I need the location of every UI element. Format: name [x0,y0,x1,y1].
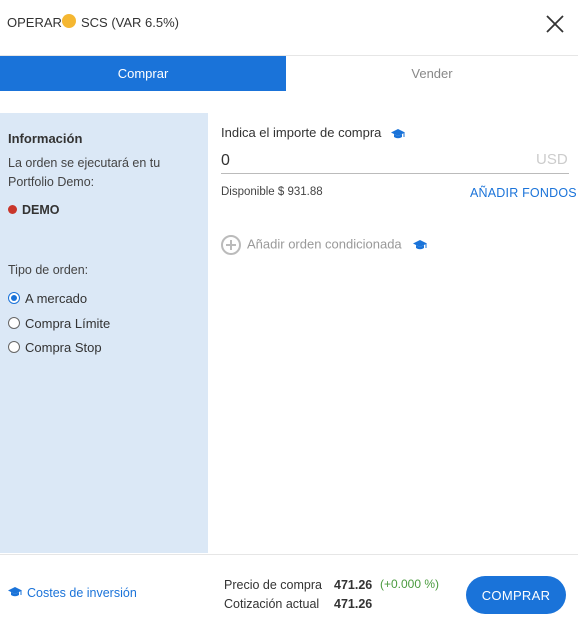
graduation-cap-icon[interactable] [412,239,428,251]
current-quote-value: 471.26 [334,597,373,611]
order-type-label: Tipo de orden: [8,263,89,277]
order-side-tabs: Comprar Vender [0,55,578,91]
radio-limit[interactable] [8,317,20,329]
amount-input[interactable] [221,148,569,174]
order-type-stop-label: Compra Stop [25,340,102,355]
amount-label: Indica el importe de compra [221,125,406,140]
info-title: Información [8,131,83,146]
buy-price-change: (+0.000 %) [380,577,440,591]
order-type-market-label: A mercado [25,291,88,306]
asset-label: SCS (VAR 6.5%) [81,15,180,30]
radio-stop[interactable] [8,341,20,353]
account-badge: DEMO [8,203,60,217]
available-balance: Disponible $ 931.88 [221,186,323,198]
buy-price-label: Precio de compra [224,578,322,592]
demo-dot-icon [8,205,17,214]
conditional-order-label: Añadir orden condicionada [247,236,402,252]
mode-label: OPERAR [7,15,62,30]
graduation-cap-icon[interactable] [390,128,406,140]
plus-circle-icon[interactable] [221,235,241,255]
order-type-stop[interactable]: Compra Stop [8,340,102,355]
footer: Costes de inversión Precio de compra 471… [0,554,578,628]
add-conditional-order[interactable]: Añadir orden condicionada [221,235,428,255]
info-sidebar: Información La orden se ejecutará en tu … [0,113,208,553]
investment-costs-label: Costes de inversión [27,586,137,600]
currency-label: USD [536,151,568,168]
order-type-limit[interactable]: Compra Límite [8,316,110,331]
amount-label-text: Indica el importe de compra [221,125,382,140]
graduation-cap-icon [8,587,22,597]
buy-button[interactable]: COMPRAR [466,576,566,614]
header: OPERAR SCS (VAR 6.5%) [0,0,578,45]
order-form: Indica el importe de compra USD Disponib… [208,113,578,553]
add-funds-link[interactable]: AÑADIR FONDOS [470,186,577,200]
info-text: La orden se ejecutará en tu Portfolio De… [8,156,161,189]
buy-price-value: 471.26 [334,578,373,592]
tab-comprar[interactable]: Comprar [0,56,286,91]
close-icon[interactable] [544,13,566,35]
current-quote-label: Cotización actual [224,597,320,611]
radio-market[interactable] [8,292,20,304]
account-label: DEMO [22,203,60,217]
tab-vender[interactable]: Vender [286,56,578,91]
order-type-market[interactable]: A mercado [8,291,87,306]
order-type-limit-label: Compra Límite [25,316,111,331]
investment-costs-link[interactable]: Costes de inversión [7,586,137,600]
coin-icon [62,14,76,28]
